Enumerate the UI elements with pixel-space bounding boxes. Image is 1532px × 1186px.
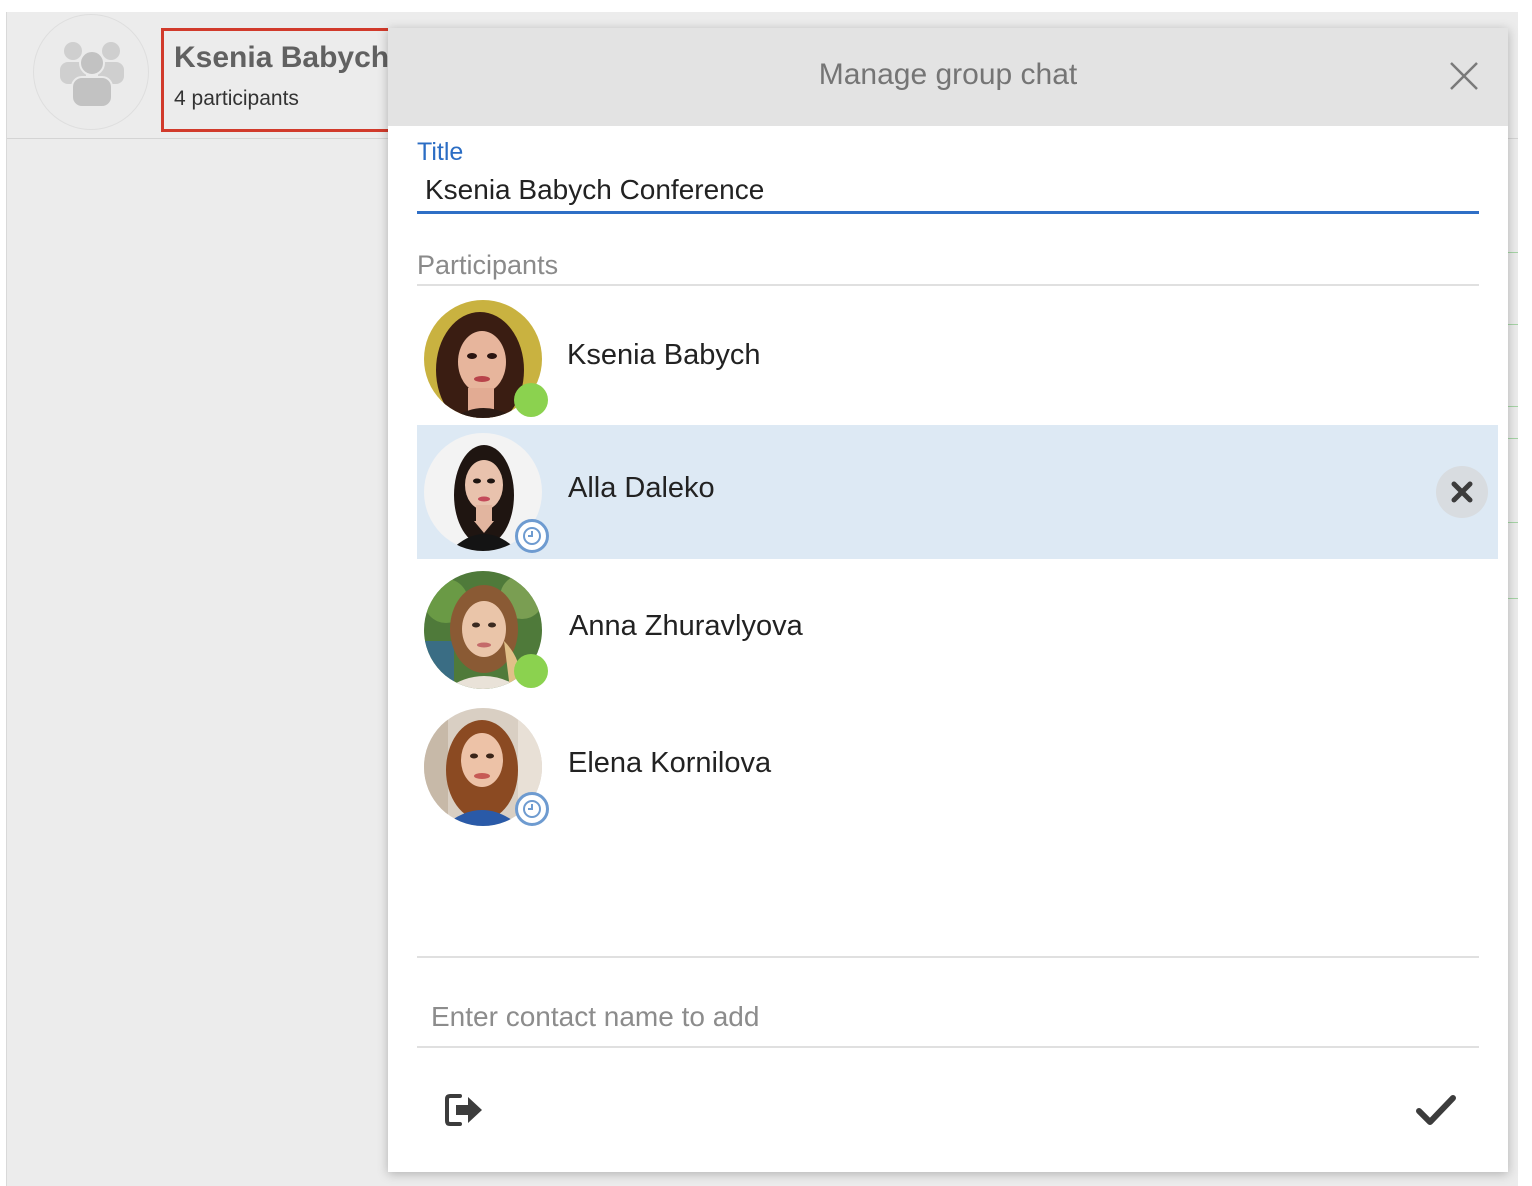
clock-icon xyxy=(523,800,541,818)
topic-participant-count: 4 participants xyxy=(174,87,299,110)
group-icon xyxy=(60,42,124,108)
participant-name: Elena Kornilova xyxy=(568,747,772,779)
confirm-button[interactable] xyxy=(1416,1094,1456,1126)
group-avatar[interactable] xyxy=(33,14,149,130)
remove-icon xyxy=(1451,481,1473,503)
participant-row[interactable]: Elena Kornilova xyxy=(417,700,1498,834)
checkmark-icon xyxy=(1416,1095,1456,1125)
online-status-indicator xyxy=(514,383,548,417)
participant-name: Anna Zhuravlyova xyxy=(569,610,803,642)
pending-status-indicator xyxy=(515,792,549,826)
close-icon xyxy=(1450,62,1478,90)
close-button[interactable] xyxy=(1448,60,1480,92)
manage-group-dialog: Manage group chat Title Participants xyxy=(388,28,1508,1172)
leave-icon xyxy=(445,1094,482,1126)
title-input[interactable] xyxy=(417,168,1479,214)
participant-row[interactable]: Anna Zhuravlyova xyxy=(417,563,1498,697)
participants-label: Participants xyxy=(417,250,559,280)
list-divider xyxy=(417,956,1479,958)
title-label: Title xyxy=(417,138,464,166)
leave-group-button[interactable] xyxy=(444,1092,484,1128)
participants-divider xyxy=(417,284,1479,286)
clock-icon xyxy=(523,527,541,545)
topic-title-highlight[interactable]: Ksenia Babych 4 participants xyxy=(161,28,391,132)
dialog-header: Manage group chat xyxy=(388,28,1508,126)
add-contact-input[interactable] xyxy=(417,988,1479,1048)
participant-row-selected[interactable]: Alla Daleko xyxy=(417,425,1498,559)
pending-status-indicator xyxy=(515,519,549,553)
topic-name: Ksenia Babych xyxy=(174,41,390,74)
remove-participant-button[interactable] xyxy=(1436,466,1488,518)
online-status-indicator xyxy=(514,654,548,688)
participant-name: Alla Daleko xyxy=(568,472,715,504)
dialog-title: Manage group chat xyxy=(818,58,1078,91)
participant-row[interactable]: Ksenia Babych xyxy=(417,292,1498,426)
participant-name: Ksenia Babych xyxy=(567,339,761,371)
